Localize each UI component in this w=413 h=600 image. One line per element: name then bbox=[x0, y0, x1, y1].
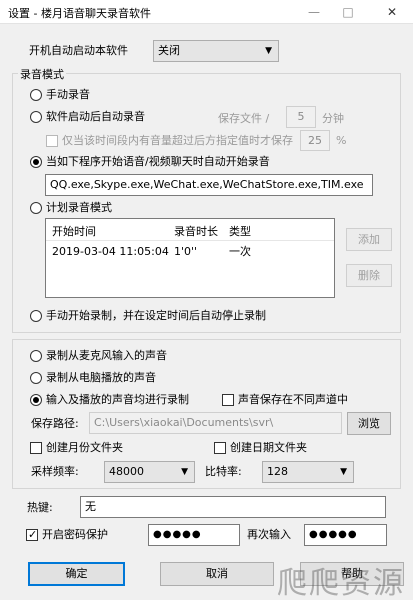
browse-button[interactable]: 浏览 bbox=[347, 412, 391, 435]
title-bar: 设置 - 楼月语音聊天录音软件 — □ ✕ bbox=[0, 0, 413, 24]
volume-threshold-label: 仅当该时间段内有音量超过后方指定值时才保存 bbox=[62, 134, 293, 147]
radio-manual-timed[interactable] bbox=[30, 310, 42, 322]
save-file-label: 保存文件 / bbox=[218, 112, 270, 125]
row-type: 一次 bbox=[229, 245, 251, 258]
bitrate-label: 比特率: bbox=[205, 465, 242, 478]
chevron-down-icon: ▼ bbox=[181, 467, 188, 477]
bitrate-select[interactable]: 128 ▼ bbox=[262, 461, 354, 483]
row-start: 2019-03-04 11:05:04 bbox=[52, 245, 169, 258]
radio-manual[interactable] bbox=[30, 89, 42, 101]
column-start-time[interactable]: 开始时间 bbox=[52, 223, 96, 239]
list-header-divider bbox=[46, 240, 334, 241]
autostart-label: 开机自动启动本软件 bbox=[29, 44, 128, 57]
save-path-label: 保存路径: bbox=[31, 417, 79, 430]
program-list-input[interactable]: QQ.exe,Skype.exe,WeChat.exe,WeChatStore.… bbox=[45, 174, 373, 196]
chevron-down-icon: ▼ bbox=[265, 46, 272, 56]
volume-percent-input[interactable]: 25 bbox=[300, 130, 330, 151]
percent-unit: % bbox=[336, 134, 347, 147]
radio-speaker[interactable] bbox=[30, 372, 42, 384]
speaker-label: 录制从电脑播放的声音 bbox=[46, 371, 156, 384]
watermark: 爬爬资源 bbox=[277, 566, 405, 600]
save-path-input[interactable]: C:\Users\xiaokai\Documents\svr\ bbox=[89, 412, 342, 434]
row-duration: 1'0'' bbox=[174, 245, 198, 258]
delete-button[interactable]: 删除 bbox=[346, 264, 392, 287]
minimize-icon[interactable]: — bbox=[300, 2, 328, 22]
scheduled-label: 计划录音模式 bbox=[46, 201, 112, 214]
minutes-unit: 分钟 bbox=[322, 112, 344, 125]
sample-rate-label: 采样频率: bbox=[31, 465, 79, 478]
close-icon[interactable]: ✕ bbox=[378, 2, 406, 22]
on-program-label: 当如下程序开始语音/视频聊天时自动开始录音 bbox=[46, 155, 270, 168]
auto-after-start-label: 软件启动后自动录音 bbox=[46, 110, 145, 123]
radio-mic[interactable] bbox=[30, 350, 42, 362]
volume-threshold-checkbox[interactable] bbox=[46, 135, 58, 147]
password-input[interactable]: ●●●●● bbox=[148, 524, 240, 546]
manual-label: 手动录音 bbox=[46, 88, 90, 101]
add-button[interactable]: 添加 bbox=[346, 228, 392, 251]
chevron-down-icon: ▼ bbox=[340, 467, 347, 477]
autostart-value: 关闭 bbox=[158, 44, 180, 57]
table-row[interactable]: 2019-03-04 11:05:04 1'0'' 一次 bbox=[46, 243, 334, 261]
schedule-list[interactable]: 开始时间 录音时长 类型 2019-03-04 11:05:04 1'0'' 一… bbox=[45, 218, 335, 298]
radio-both[interactable] bbox=[30, 394, 42, 406]
ok-button[interactable]: 确定 bbox=[28, 562, 125, 586]
hotkey-input[interactable]: 无 bbox=[80, 496, 386, 518]
column-type[interactable]: 类型 bbox=[229, 223, 251, 239]
radio-auto-after-start[interactable] bbox=[30, 111, 42, 123]
sample-rate-value: 48000 bbox=[109, 465, 144, 478]
window-title: 设置 - 楼月语音聊天录音软件 bbox=[8, 7, 151, 20]
confirm-label: 再次输入 bbox=[247, 528, 291, 541]
date-folder-checkbox[interactable] bbox=[214, 442, 226, 454]
password-label: 开启密码保护 bbox=[42, 528, 108, 541]
radio-on-program[interactable] bbox=[30, 156, 42, 168]
month-folder-label: 创建月份文件夹 bbox=[46, 441, 123, 454]
password-checkbox[interactable] bbox=[26, 528, 38, 542]
month-folder-checkbox[interactable] bbox=[30, 442, 42, 454]
confirm-password-input[interactable]: ●●●●● bbox=[304, 524, 387, 546]
cancel-button[interactable]: 取消 bbox=[160, 562, 274, 586]
record-mode-title: 录音模式 bbox=[18, 66, 66, 82]
autostart-select[interactable]: 关闭 ▼ bbox=[153, 40, 279, 62]
radio-scheduled[interactable] bbox=[30, 202, 42, 214]
save-minutes-input[interactable]: 5 bbox=[286, 106, 316, 128]
date-folder-label: 创建日期文件夹 bbox=[230, 441, 307, 454]
bitrate-value: 128 bbox=[267, 465, 288, 478]
column-duration[interactable]: 录音时长 bbox=[174, 223, 218, 239]
mic-label: 录制从麦克风输入的声音 bbox=[46, 349, 167, 362]
both-label: 输入及播放的声音均进行录制 bbox=[46, 393, 189, 406]
hotkey-label: 热键: bbox=[27, 501, 53, 514]
sample-rate-select[interactable]: 48000 ▼ bbox=[104, 461, 195, 483]
separate-channel-label: 声音保存在不同声道中 bbox=[238, 393, 348, 406]
separate-channel-checkbox[interactable] bbox=[222, 394, 234, 406]
maximize-icon: □ bbox=[342, 5, 354, 19]
manual-timed-label: 手动开始录制，并在设定时间后自动停止录制 bbox=[46, 309, 266, 322]
